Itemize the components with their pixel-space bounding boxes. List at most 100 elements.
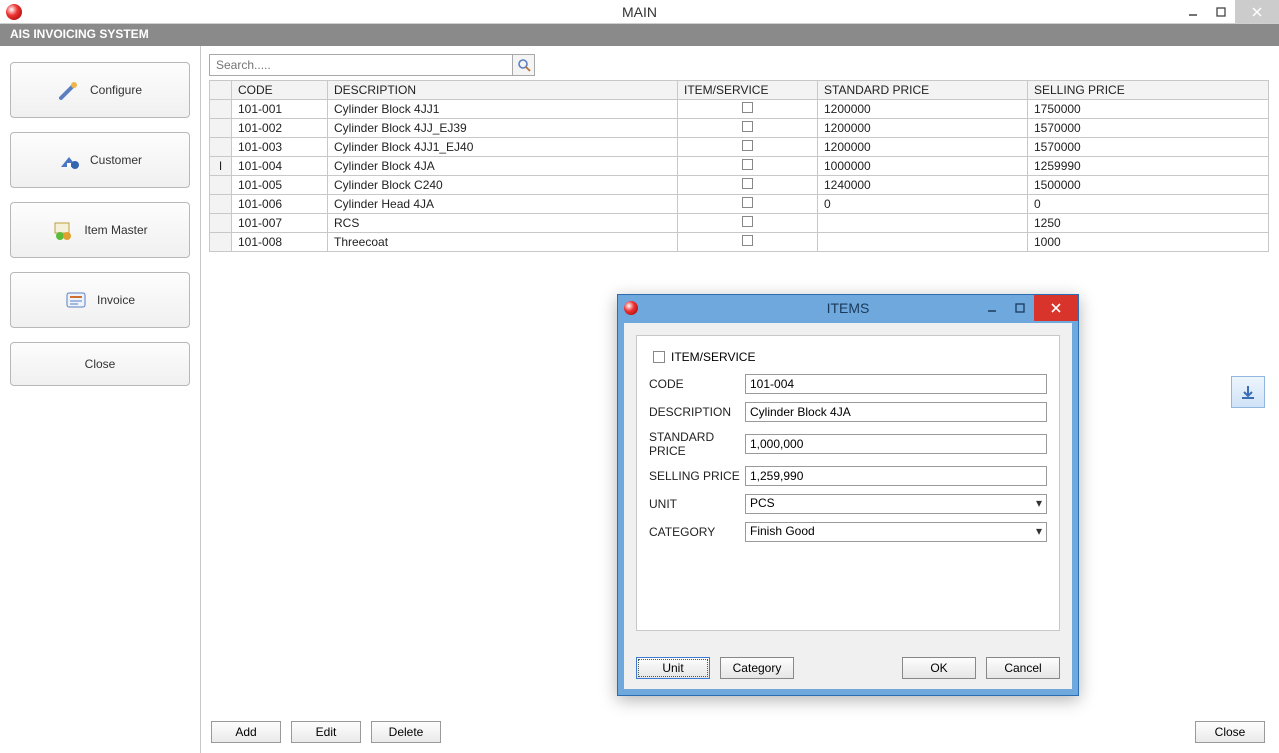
select-category[interactable]: Finish Good	[745, 522, 1047, 542]
cell-standard-price: 1000000	[818, 157, 1028, 176]
cell-description: Cylinder Block 4JJ1	[328, 100, 678, 119]
row-marker	[210, 100, 232, 119]
sidebar-configure-button[interactable]: Configure	[10, 62, 190, 118]
footer-close-wrap: Close	[1195, 721, 1265, 743]
maximize-button[interactable]	[1207, 0, 1235, 23]
cell-selling-price: 1500000	[1028, 176, 1269, 195]
table-row[interactable]: 101-002Cylinder Block 4JJ_EJ391200000157…	[210, 119, 1269, 138]
cell-item-service[interactable]	[678, 195, 818, 214]
row-marker	[210, 233, 232, 252]
cell-description: Cylinder Block 4JJ1_EJ40	[328, 138, 678, 157]
modal-window-controls	[978, 295, 1078, 321]
input-description[interactable]	[745, 402, 1047, 422]
cell-standard-price: 1200000	[818, 119, 1028, 138]
app-header: AIS INVOICING SYSTEM	[0, 24, 1279, 46]
col-item-service[interactable]: ITEM/SERVICE	[678, 81, 818, 100]
table-row[interactable]: 101-005Cylinder Block C24012400001500000	[210, 176, 1269, 195]
modal-body: ITEM/SERVICE CODE DESCRIPTION STANDARD P…	[624, 323, 1072, 689]
modal-button-row: Unit Category OK Cancel	[636, 657, 1060, 679]
col-code[interactable]: CODE	[232, 81, 328, 100]
cell-standard-price: 1200000	[818, 100, 1028, 119]
footer-close-button[interactable]: Close	[1195, 721, 1265, 743]
modal-maximize-button[interactable]	[1006, 295, 1034, 321]
search-input[interactable]	[209, 54, 513, 76]
label-category: CATEGORY	[649, 525, 745, 539]
modal-close-button[interactable]	[1034, 295, 1078, 321]
cell-selling-price: 1570000	[1028, 138, 1269, 157]
row-marker	[210, 138, 232, 157]
checkbox-icon[interactable]	[742, 178, 753, 189]
close-window-button[interactable]	[1235, 0, 1279, 23]
cell-description: Cylinder Block 4JA	[328, 157, 678, 176]
delete-button[interactable]: Delete	[371, 721, 441, 743]
checkbox-icon[interactable]	[742, 121, 753, 132]
modal-cancel-button[interactable]: Cancel	[986, 657, 1060, 679]
checkbox-icon[interactable]	[742, 216, 753, 227]
invoice-icon	[65, 289, 87, 311]
cell-item-service[interactable]	[678, 100, 818, 119]
cell-item-service[interactable]	[678, 233, 818, 252]
cell-item-service[interactable]	[678, 176, 818, 195]
configure-icon	[58, 79, 80, 101]
cell-description: Cylinder Block 4JJ_EJ39	[328, 119, 678, 138]
cell-code: 101-005	[232, 176, 328, 195]
table-row[interactable]: 101-003Cylinder Block 4JJ1_EJ40120000015…	[210, 138, 1269, 157]
cell-item-service[interactable]	[678, 138, 818, 157]
checkbox-icon[interactable]	[742, 235, 753, 246]
cell-selling-price: 0	[1028, 195, 1269, 214]
input-code[interactable]	[745, 374, 1047, 394]
cell-item-service[interactable]	[678, 119, 818, 138]
table-row[interactable]: 101-006Cylinder Head 4JA00	[210, 195, 1269, 214]
sidebar-customer-button[interactable]: Customer	[10, 132, 190, 188]
download-arrow-icon	[1239, 383, 1257, 401]
sidebar-item-master-button[interactable]: Item Master	[10, 202, 190, 258]
checkbox-icon[interactable]	[742, 197, 753, 208]
modal-category-button[interactable]: Category	[720, 657, 794, 679]
sidebar-invoice-button[interactable]: Invoice	[10, 272, 190, 328]
modal-unit-button[interactable]: Unit	[636, 657, 710, 679]
cell-code: 101-006	[232, 195, 328, 214]
row-standard-price: STANDARD PRICE	[649, 430, 1047, 458]
checkbox-icon[interactable]	[742, 159, 753, 170]
modal-minimize-button[interactable]	[978, 295, 1006, 321]
window-title: MAIN	[622, 4, 657, 20]
table-row[interactable]: I101-004Cylinder Block 4JA10000001259990	[210, 157, 1269, 176]
cell-item-service[interactable]	[678, 157, 818, 176]
table-header-row: CODE DESCRIPTION ITEM/SERVICE STANDARD P…	[210, 81, 1269, 100]
col-standard-price[interactable]: STANDARD PRICE	[818, 81, 1028, 100]
download-panel-button[interactable]	[1231, 376, 1265, 408]
search-icon	[517, 58, 531, 72]
modal-titlebar[interactable]: ITEMS	[618, 295, 1078, 321]
checkbox-icon[interactable]	[742, 140, 753, 151]
sidebar-invoice-label: Invoice	[97, 293, 135, 307]
cell-standard-price: 0	[818, 195, 1028, 214]
items-table[interactable]: CODE DESCRIPTION ITEM/SERVICE STANDARD P…	[209, 80, 1269, 252]
checkbox-icon[interactable]	[742, 102, 753, 113]
search-button[interactable]	[513, 54, 535, 76]
label-code: CODE	[649, 377, 745, 391]
cell-code: 101-001	[232, 100, 328, 119]
minimize-button[interactable]	[1179, 0, 1207, 23]
select-unit[interactable]: PCS	[745, 494, 1047, 514]
cell-item-service[interactable]	[678, 214, 818, 233]
input-standard-price[interactable]	[745, 434, 1047, 454]
cell-standard-price	[818, 233, 1028, 252]
sidebar-close-label: Close	[85, 357, 116, 371]
table-row[interactable]: 101-008Threecoat1000	[210, 233, 1269, 252]
input-selling-price[interactable]	[745, 466, 1047, 486]
label-selling-price: SELLING PRICE	[649, 469, 745, 483]
edit-button[interactable]: Edit	[291, 721, 361, 743]
main-window-titlebar: MAIN	[0, 0, 1279, 24]
add-button[interactable]: Add	[211, 721, 281, 743]
cell-selling-price: 1570000	[1028, 119, 1269, 138]
col-selling-price[interactable]: SELLING PRICE	[1028, 81, 1269, 100]
col-description[interactable]: DESCRIPTION	[328, 81, 678, 100]
content-area: CODE DESCRIPTION ITEM/SERVICE STANDARD P…	[200, 46, 1279, 753]
table-row[interactable]: 101-007RCS1250	[210, 214, 1269, 233]
table-row[interactable]: 101-001Cylinder Block 4JJ112000001750000	[210, 100, 1269, 119]
row-header-blank	[210, 81, 232, 100]
item-service-checkbox[interactable]	[653, 351, 665, 363]
row-marker: I	[210, 157, 232, 176]
modal-ok-button[interactable]: OK	[902, 657, 976, 679]
sidebar-close-button[interactable]: Close	[10, 342, 190, 386]
